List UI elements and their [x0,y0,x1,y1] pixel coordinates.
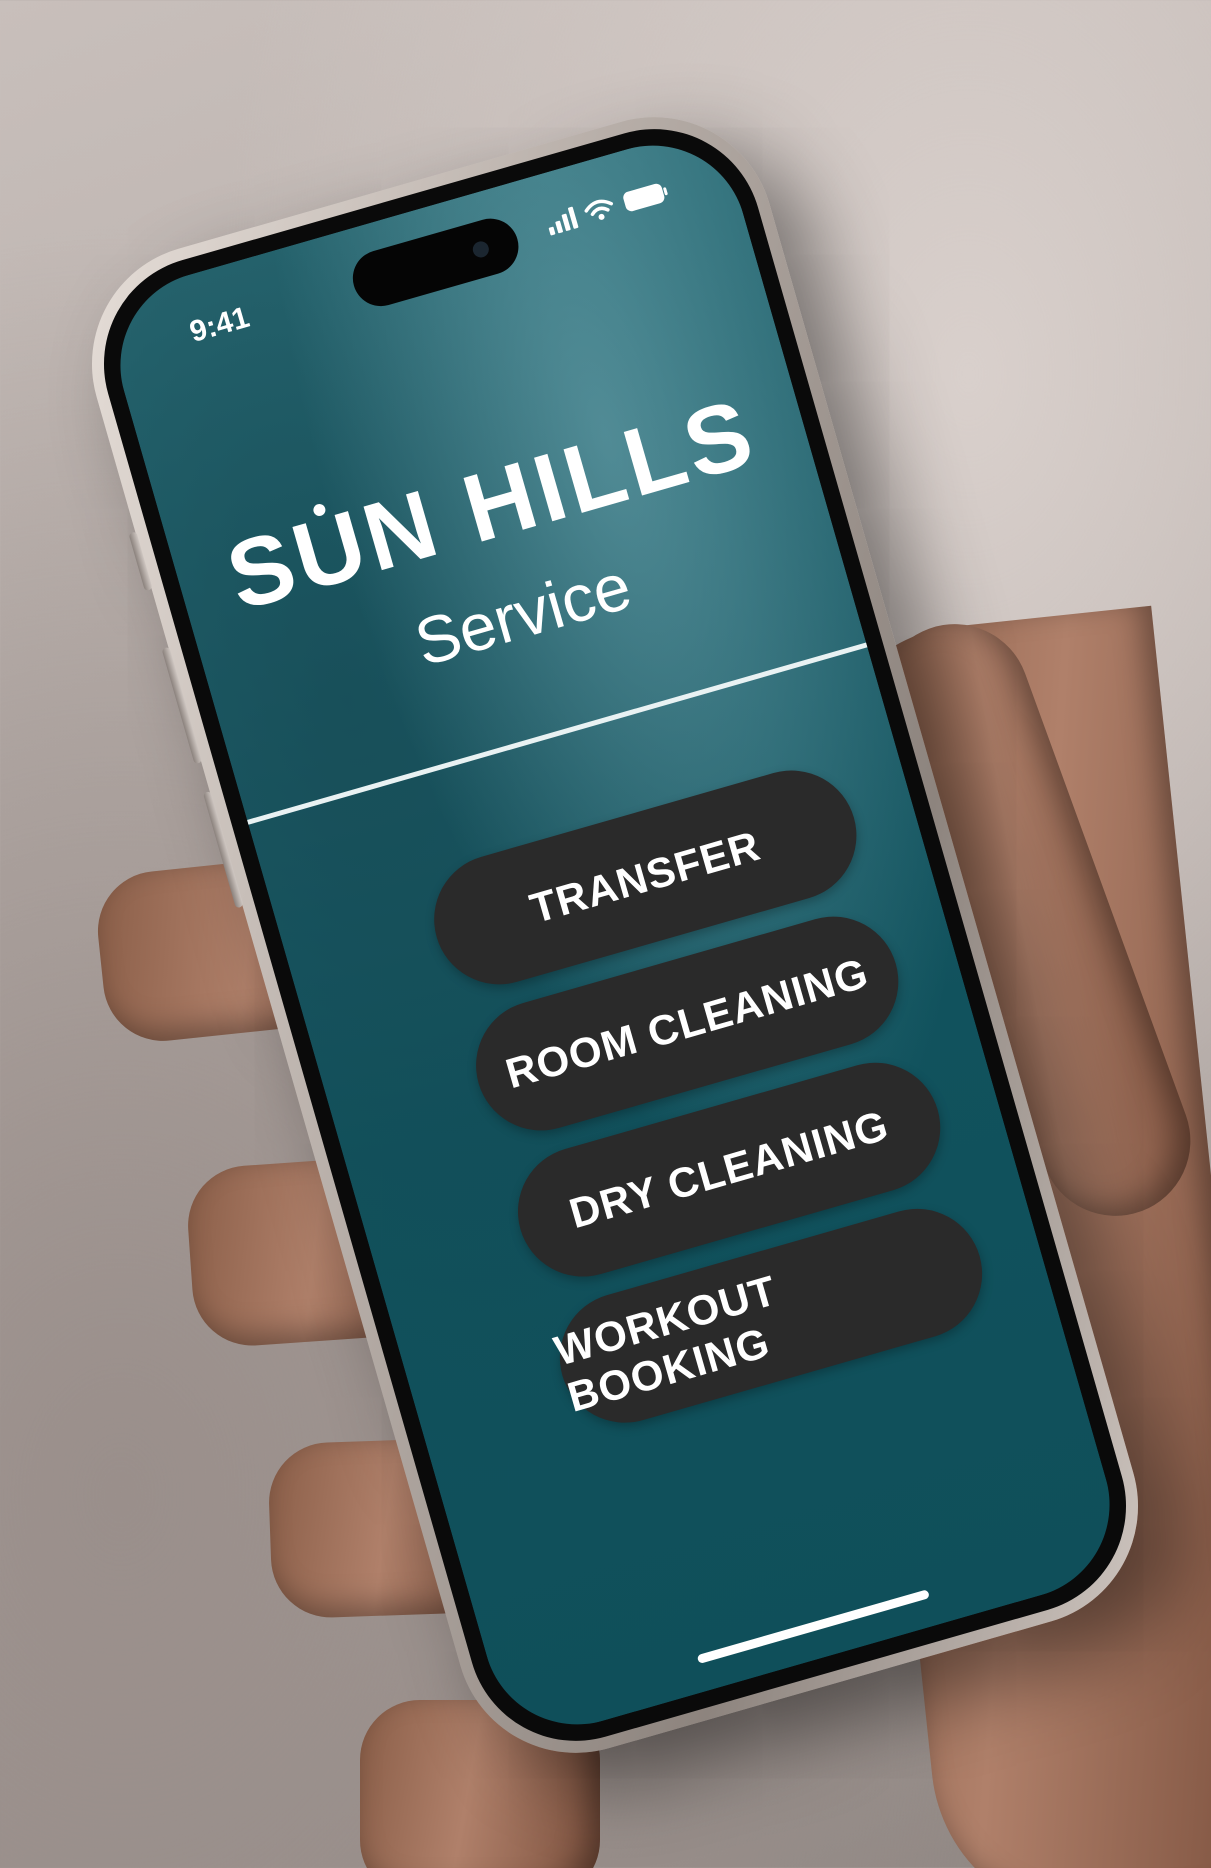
front-camera [470,239,491,260]
battery-icon [621,180,671,214]
dynamic-island [346,212,526,313]
cellular-signal-icon [545,206,579,236]
app-screen: 9:41 SU N HILLS Service TRANSFER ROOM CL… [98,123,1132,1747]
status-icons [545,180,671,236]
service-list: TRANSFER ROOM CLEANING DRY CLEANING WORK… [418,755,998,1439]
status-time: 9:41 [186,300,253,350]
wifi-icon [582,195,617,224]
action-button [128,531,153,592]
home-indicator[interactable] [696,1589,930,1665]
